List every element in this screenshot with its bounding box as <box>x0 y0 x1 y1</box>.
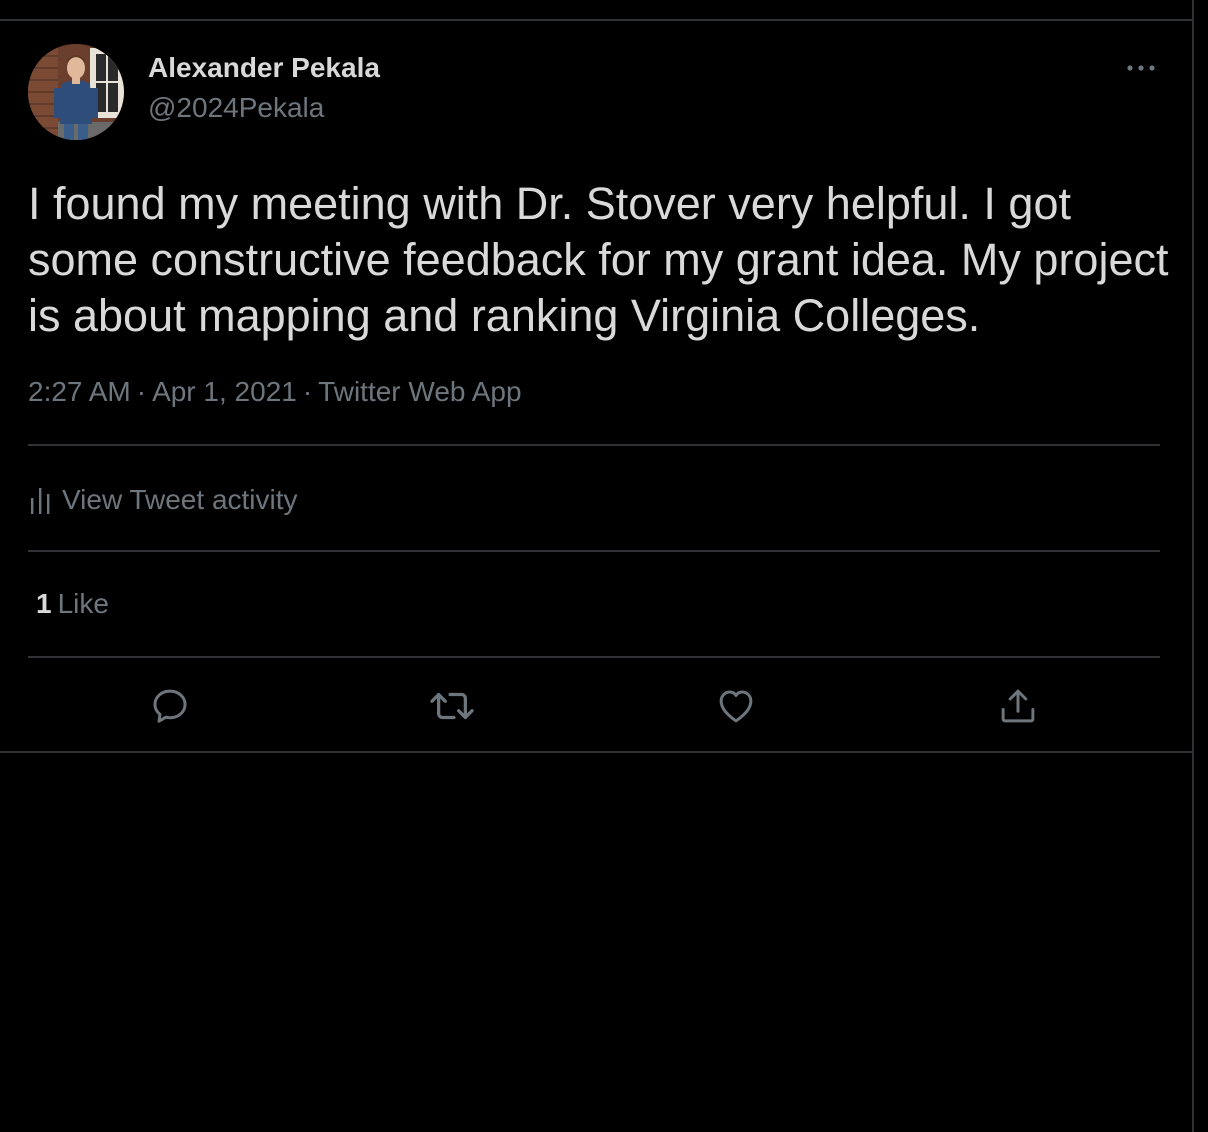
more-icon <box>1127 65 1155 71</box>
tweet-source[interactable]: Twitter Web App <box>318 376 521 407</box>
retweet-icon <box>430 692 474 720</box>
likes-count: 1 <box>36 588 52 619</box>
like-button[interactable] <box>710 680 762 732</box>
view-activity-link[interactable]: View Tweet activity <box>28 476 298 524</box>
reply-button[interactable] <box>144 680 196 732</box>
bar-chart-icon <box>31 488 50 514</box>
author-handle[interactable]: @2024Pekala <box>148 92 324 124</box>
tweet-text: I found my meeting with Dr. Stover very … <box>28 178 1169 341</box>
likes-stat[interactable]: 1 Like <box>36 588 109 620</box>
divider <box>28 444 1160 446</box>
divider-top <box>0 19 1192 21</box>
share-button[interactable] <box>992 680 1044 732</box>
tweet-date[interactable]: Apr 1, 2021 <box>152 376 297 407</box>
avatar[interactable] <box>28 44 124 140</box>
tweet-meta: 2:27 AM · Apr 1, 2021 · Twitter Web App <box>28 376 522 408</box>
divider-bottom <box>0 751 1192 753</box>
tweet-time[interactable]: 2:27 AM <box>28 376 131 407</box>
heart-icon <box>719 690 753 723</box>
column-border <box>1192 0 1194 1132</box>
author-name[interactable]: Alexander Pekala <box>148 52 380 84</box>
page: Alexander Pekala @2024Pekala I found my … <box>0 0 1208 1132</box>
likes-label: Like <box>57 588 109 619</box>
meta-separator: · <box>136 376 147 407</box>
reply-icon <box>153 689 187 723</box>
view-activity-label: View Tweet activity <box>62 484 298 515</box>
share-icon <box>1001 689 1035 723</box>
meta-separator: · <box>302 376 313 407</box>
divider <box>28 550 1160 552</box>
retweet-button[interactable] <box>426 680 478 732</box>
divider <box>28 656 1160 658</box>
profile-photo <box>28 44 124 140</box>
tweet-detail: Alexander Pekala @2024Pekala I found my … <box>0 0 1192 753</box>
more-button[interactable] <box>1118 52 1164 84</box>
